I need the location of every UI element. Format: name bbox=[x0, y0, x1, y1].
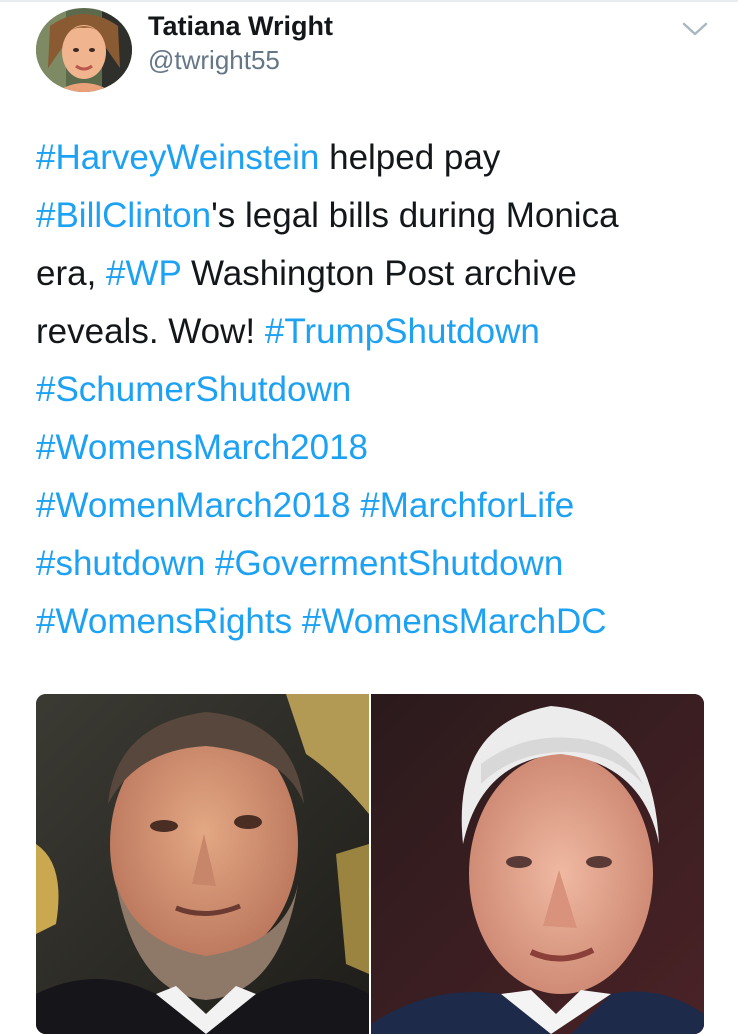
tweet-menu-button[interactable] bbox=[680, 18, 710, 40]
tweet-media[interactable] bbox=[36, 694, 704, 1034]
top-divider bbox=[0, 0, 738, 2]
hashtag-link[interactable]: #BillClinton bbox=[36, 196, 211, 235]
chevron-down-icon bbox=[682, 22, 708, 36]
photo-image bbox=[371, 694, 704, 1034]
author-avatar[interactable] bbox=[36, 8, 132, 92]
tweet-text-line: #WomensMarch2018 bbox=[36, 419, 716, 477]
tweet-text-line: #shutdown #GovermentShutdown bbox=[36, 535, 716, 593]
tweet-text: #HarveyWeinstein helped pay #BillClinton'… bbox=[36, 129, 716, 651]
tweet-text-segment: Washington Post archive bbox=[181, 254, 577, 293]
tweet-text-segment: 's legal bills during Monica bbox=[211, 196, 619, 235]
hashtag-link[interactable]: #GovermentShutdown bbox=[215, 544, 563, 583]
author-display-name[interactable]: Tatiana Wright bbox=[148, 10, 333, 42]
tweet-text-line: #WomensRights #WomensMarchDC bbox=[36, 593, 716, 651]
tweet-text-line: #SchumerShutdown bbox=[36, 361, 716, 419]
author-handle[interactable]: @twright55 bbox=[148, 44, 280, 76]
hashtag-link[interactable]: #SchumerShutdown bbox=[36, 370, 351, 409]
tweet-text-segment bbox=[205, 544, 215, 583]
tweet-text-line: #WomenMarch2018 #MarchforLife bbox=[36, 477, 716, 535]
photo-image bbox=[36, 694, 369, 1034]
hashtag-link[interactable]: #TrumpShutdown bbox=[265, 312, 540, 351]
tweet-text-segment: helped pay bbox=[319, 138, 501, 177]
hashtag-link[interactable]: #WomensMarchDC bbox=[302, 602, 607, 641]
hashtag-link[interactable]: #shutdown bbox=[36, 544, 205, 583]
weinstein-photo[interactable] bbox=[36, 694, 369, 1034]
tweet-text-line: #HarveyWeinstein helped pay bbox=[36, 129, 716, 187]
tweet-text-line: reveals. Wow! #TrumpShutdown bbox=[36, 303, 716, 361]
tweet-text-segment: reveals. Wow! bbox=[36, 312, 265, 351]
tweet-text-segment bbox=[351, 486, 361, 525]
tweet-text-line: #BillClinton's legal bills during Monica bbox=[36, 187, 716, 245]
hashtag-link[interactable]: #WP bbox=[106, 254, 181, 293]
avatar-photo-icon bbox=[36, 8, 132, 92]
hashtag-link[interactable]: #WomenMarch2018 bbox=[36, 486, 351, 525]
hashtag-link[interactable]: #HarveyWeinstein bbox=[36, 138, 319, 177]
hashtag-link[interactable]: #MarchforLife bbox=[360, 486, 574, 525]
tweet-text-line: era, #WP Washington Post archive bbox=[36, 245, 716, 303]
hashtag-link[interactable]: #WomensRights bbox=[36, 602, 292, 641]
tweet-text-segment bbox=[292, 602, 302, 641]
hashtag-link[interactable]: #WomensMarch2018 bbox=[36, 428, 368, 467]
clinton-photo[interactable] bbox=[371, 694, 704, 1034]
tweet-text-segment: era, bbox=[36, 254, 107, 293]
